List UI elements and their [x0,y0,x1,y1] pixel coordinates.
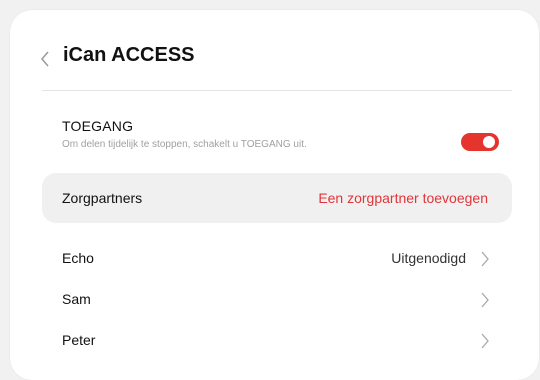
settings-card: iCan ACCESS TOEGANG Om delen tijdelijk t… [10,10,539,380]
page-title: iCan ACCESS [63,44,195,66]
access-toggle-label: TOEGANG [62,118,134,134]
contact-status: Uitgenodigd [391,250,466,266]
back-button[interactable] [38,49,52,69]
contact-row-sam[interactable]: Sam [42,280,512,320]
contact-name: Sam [62,291,91,307]
chevron-right-icon [481,292,489,308]
chevron-left-icon [41,51,49,67]
access-toggle-switch[interactable] [461,133,499,151]
contact-row-peter[interactable]: Peter [42,321,512,361]
toggle-knob [483,136,495,148]
care-partners-label: Zorgpartners [62,190,143,206]
care-partners-row: Zorgpartners Een zorgpartner toevoegen [42,173,512,223]
contact-name: Echo [62,250,94,266]
access-toggle-row: TOEGANG Om delen tijdelijk te stoppen, s… [42,110,512,160]
header-divider [42,90,512,91]
access-toggle-description: Om delen tijdelijk te stoppen, schakelt … [62,139,307,150]
chevron-right-icon [481,333,489,349]
add-care-partner-link[interactable]: Een zorgpartner toevoegen [318,190,488,206]
contact-name: Peter [62,332,96,348]
contact-row-echo[interactable]: Echo Uitgenodigd [42,239,512,279]
chevron-right-icon [481,251,489,267]
